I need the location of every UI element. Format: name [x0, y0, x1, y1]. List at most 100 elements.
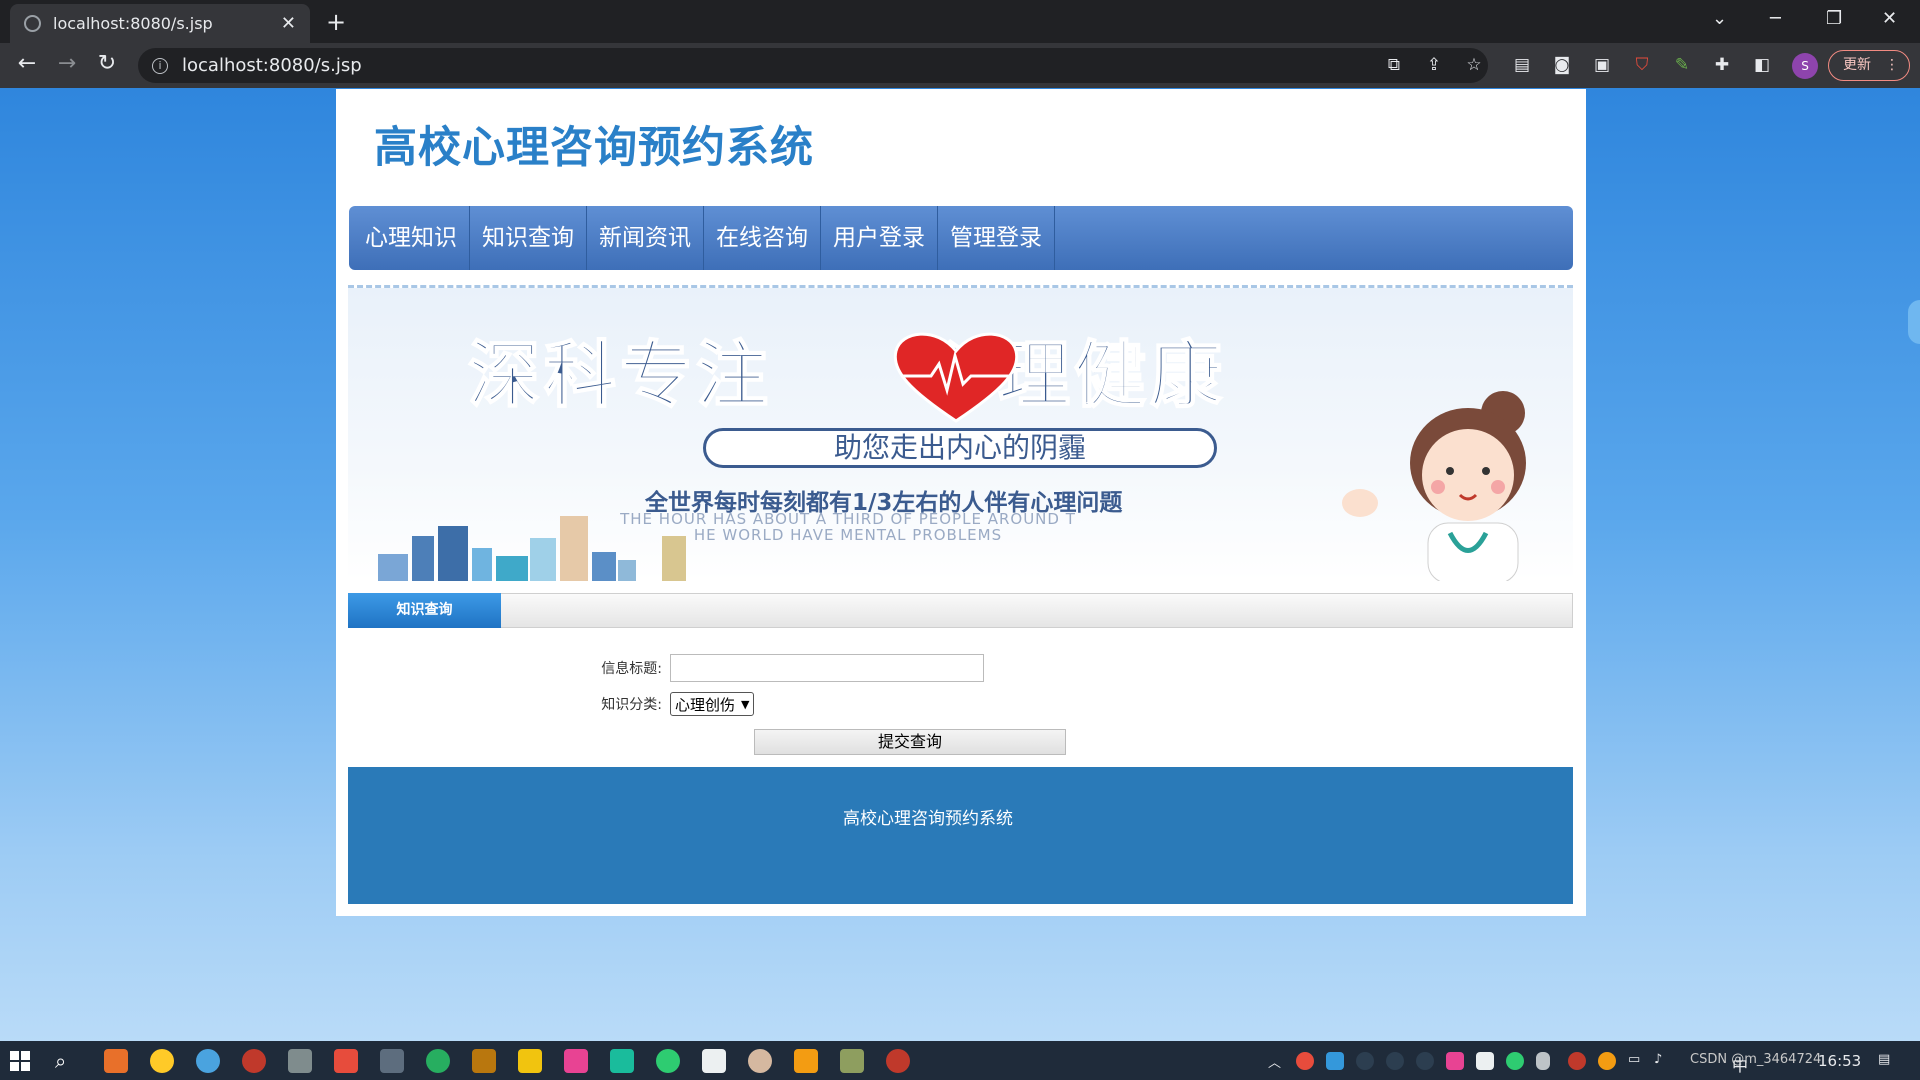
title-input[interactable] [670, 654, 984, 682]
nav-item-knowledge[interactable]: 心理知识 [353, 206, 470, 270]
tray-xmind-icon[interactable] [1446, 1052, 1464, 1070]
windows-start-icon[interactable] [10, 1051, 30, 1071]
close-window-button[interactable]: ✕ [1882, 8, 1897, 29]
banner-headline: 深科专注 心理健康 [467, 316, 1226, 421]
new-tab-button[interactable]: + [326, 8, 346, 36]
image-editor-icon[interactable] [840, 1049, 864, 1073]
doctor-illustration [1342, 391, 1526, 581]
tray-app-icon[interactable] [1326, 1052, 1344, 1070]
tray-gallery-icon[interactable] [1476, 1052, 1494, 1070]
windows-taskbar: ⌕ ︿ ▭ ♪ CSDN @m_3464724 中 16:53 ▤ [0, 1041, 1920, 1080]
category-selected-value: 心理创伤 [675, 695, 736, 714]
tray-microphone-icon[interactable] [1536, 1052, 1550, 1070]
edge-widget[interactable] [1908, 300, 1920, 344]
banner-headline-left: 深科专注 [467, 332, 773, 418]
tray-qq-icon-3[interactable] [1416, 1052, 1434, 1070]
browser-app-icon[interactable] [196, 1049, 220, 1073]
submit-query-button[interactable]: 提交查询 [754, 729, 1066, 755]
address-bar[interactable]: i localhost:8080/s.jsp [138, 48, 1488, 83]
tab-search-icon[interactable]: ⌄ [1712, 8, 1727, 29]
heart-icon [893, 332, 1019, 423]
clock[interactable]: 16:53 [1818, 1052, 1861, 1070]
leaf-extension-icon[interactable]: ✎ [1672, 55, 1692, 75]
browser-tabbar: localhost:8080/s.jsp ✕ + ⌄ ─ ❐ ✕ [0, 0, 1920, 43]
category-row: 知识分类: 心理创伤 ▼ [572, 692, 755, 716]
image-extension-icon[interactable]: ▣ [1592, 55, 1612, 75]
site-title: 高校心理咨询预约系统 [374, 123, 814, 173]
file-explorer-icon[interactable] [518, 1049, 542, 1073]
title-row: 信息标题: [572, 654, 984, 682]
tool-app-icon[interactable] [288, 1049, 312, 1073]
minimize-button[interactable]: ─ [1770, 8, 1781, 29]
footer-text: 高校心理咨询预约系统 [843, 809, 1013, 829]
tray-weibo-icon[interactable] [1296, 1052, 1314, 1070]
csdn-watermark: CSDN @m_3464724 [1690, 1052, 1822, 1067]
forward-button[interactable]: → [52, 51, 82, 76]
reload-button[interactable]: ↻ [92, 51, 122, 76]
banner-pill: 助您走出内心的阴霾 [703, 428, 1217, 468]
intellij-icon[interactable] [104, 1049, 128, 1073]
close-tab-icon[interactable]: ✕ [281, 13, 296, 34]
tray-chevron-up-icon[interactable]: ︿ [1268, 1052, 1281, 1071]
chevron-down-icon: ▼ [741, 697, 750, 711]
puzzle-extensions-icon[interactable]: ✚ [1712, 55, 1732, 75]
bookmark-star-icon[interactable]: ☆ [1464, 55, 1484, 75]
archive-app-icon[interactable] [472, 1049, 496, 1073]
tray-search-icon[interactable] [1598, 1052, 1616, 1070]
nav-item-user-login[interactable]: 用户登录 [821, 206, 938, 270]
url-text: localhost:8080/s.jsp [182, 55, 362, 76]
section-header: 知识查询 [348, 593, 1573, 628]
record-app-icon[interactable] [242, 1049, 266, 1073]
category-select[interactable]: 心理创伤 ▼ [670, 692, 755, 716]
update-label: 更新 [1843, 57, 1871, 73]
city-skyline-illustration [378, 516, 686, 581]
screen-app-icon[interactable] [380, 1049, 404, 1073]
chrome-icon[interactable] [150, 1049, 174, 1073]
tab-title: localhost:8080/s.jsp [53, 14, 213, 33]
more-menu-icon: ⋮ [1885, 57, 1899, 73]
site-footer: 高校心理咨询预约系统 [348, 767, 1573, 904]
shield-extension-icon[interactable]: ⛉ [1632, 55, 1652, 75]
side-panel-icon[interactable]: ◧ [1752, 55, 1772, 75]
info-icon[interactable]: i [152, 57, 168, 74]
xmind-icon[interactable] [564, 1049, 588, 1073]
notification-icon[interactable]: ▤ [1878, 1052, 1890, 1067]
open-in-app-icon[interactable]: ⧉ [1384, 55, 1404, 75]
tray-wechat-icon[interactable] [1506, 1052, 1524, 1070]
volume-icon[interactable]: ♪ [1654, 1052, 1662, 1067]
globe-icon [24, 15, 41, 32]
camera-extension-icon[interactable]: ◙ [1552, 55, 1572, 75]
main-nav: 心理知识 知识查询 新闻资讯 在线咨询 用户登录 管理登录 [349, 206, 1573, 270]
office-app-icon[interactable] [334, 1049, 358, 1073]
gallery-app-icon[interactable] [702, 1049, 726, 1073]
profile-avatar[interactable]: S [1792, 53, 1818, 79]
tray-qq-icon-2[interactable] [1386, 1052, 1404, 1070]
search-icon[interactable]: ⌕ [55, 1049, 79, 1073]
extension-icon[interactable]: ▤ [1512, 55, 1532, 75]
update-button[interactable]: 更新 ⋮ [1828, 50, 1910, 81]
browser-tab[interactable]: localhost:8080/s.jsp ✕ [10, 4, 310, 43]
nav-item-news[interactable]: 新闻资讯 [587, 206, 704, 270]
browser-toolbar: ← → ↻ i localhost:8080/s.jsp ⧉ ⇪ ☆ ▤ ◙ ▣… [0, 43, 1920, 88]
wechat-icon[interactable] [656, 1049, 680, 1073]
nav-item-online-consult[interactable]: 在线咨询 [704, 206, 821, 270]
title-label: 信息标题: [601, 661, 662, 677]
restore-button[interactable]: ❐ [1826, 8, 1842, 29]
category-label: 知识分类: [601, 697, 662, 713]
back-button[interactable]: ← [12, 51, 42, 76]
tray-qq-icon[interactable] [1356, 1052, 1374, 1070]
hero-banner: 深科专注 心理健康 助您走出内心的阴霾 全世界每时每刻都有1/3左右的人伴有心理问… [348, 285, 1573, 581]
notes-app-icon[interactable] [610, 1049, 634, 1073]
sync-app-icon[interactable] [426, 1049, 450, 1073]
network-icon[interactable]: ▭ [1628, 1052, 1640, 1067]
page-container: 高校心理咨询预约系统 心理知识 知识查询 新闻资讯 在线咨询 用户登录 管理登录… [336, 89, 1586, 916]
obs-icon[interactable] [886, 1049, 910, 1073]
nav-item-admin-login[interactable]: 管理登录 [938, 206, 1055, 270]
ime-indicator[interactable]: 中 [1732, 1052, 1748, 1076]
nav-item-knowledge-search[interactable]: 知识查询 [470, 206, 587, 270]
tray-record-icon[interactable] [1568, 1052, 1586, 1070]
search-app-icon[interactable] [794, 1049, 818, 1073]
user-app-icon[interactable] [748, 1049, 772, 1073]
share-icon[interactable]: ⇪ [1424, 55, 1444, 75]
section-tab-knowledge-search[interactable]: 知识查询 [348, 593, 501, 628]
